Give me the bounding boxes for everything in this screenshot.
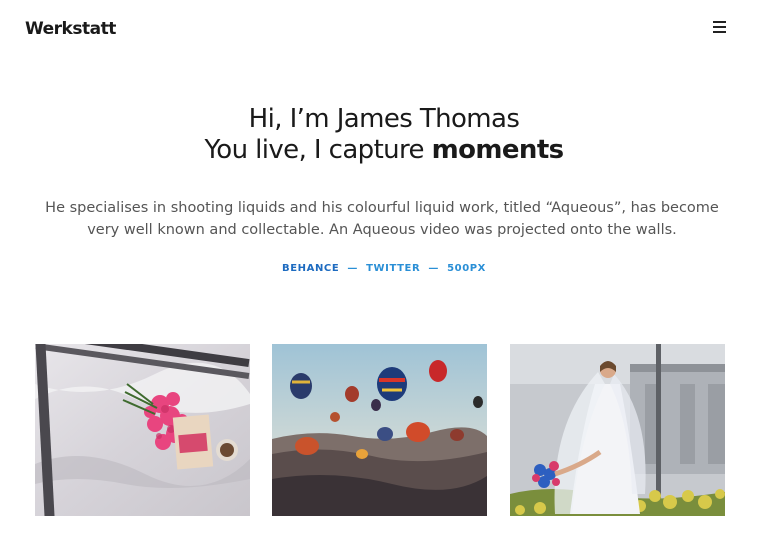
gallery-photo-bride[interactable] [510,344,725,516]
twitter-link[interactable]: TWITTER [366,263,420,274]
balloons-image [272,344,487,516]
hero-heading-line1: Hi, I’m James Thomas [248,104,520,134]
flowers-image [35,344,250,516]
hero-description: He specialises in shooting liquids and h… [45,200,719,238]
separator: — [347,263,358,274]
brand-logo[interactable]: Werkstatt [25,19,116,39]
hamburger-menu-icon[interactable] [713,20,729,34]
500px-link[interactable]: 500PX [447,263,486,274]
hero: Hi, I’m James Thomas You live, I capture… [0,104,768,166]
hero-heading-prefix: You live, I capture [204,135,432,165]
hero-heading-line2: You live, I capture moments [0,135,768,166]
social-links: BEHANCE — TWITTER — 500PX [0,263,768,274]
gallery-photo-balloons[interactable] [272,344,487,516]
gallery-photo-flowers[interactable] [35,344,250,516]
separator: — [428,263,439,274]
behance-link[interactable]: BEHANCE [282,263,339,274]
bride-image [510,344,725,516]
hero-heading-bold: moments [431,135,565,165]
